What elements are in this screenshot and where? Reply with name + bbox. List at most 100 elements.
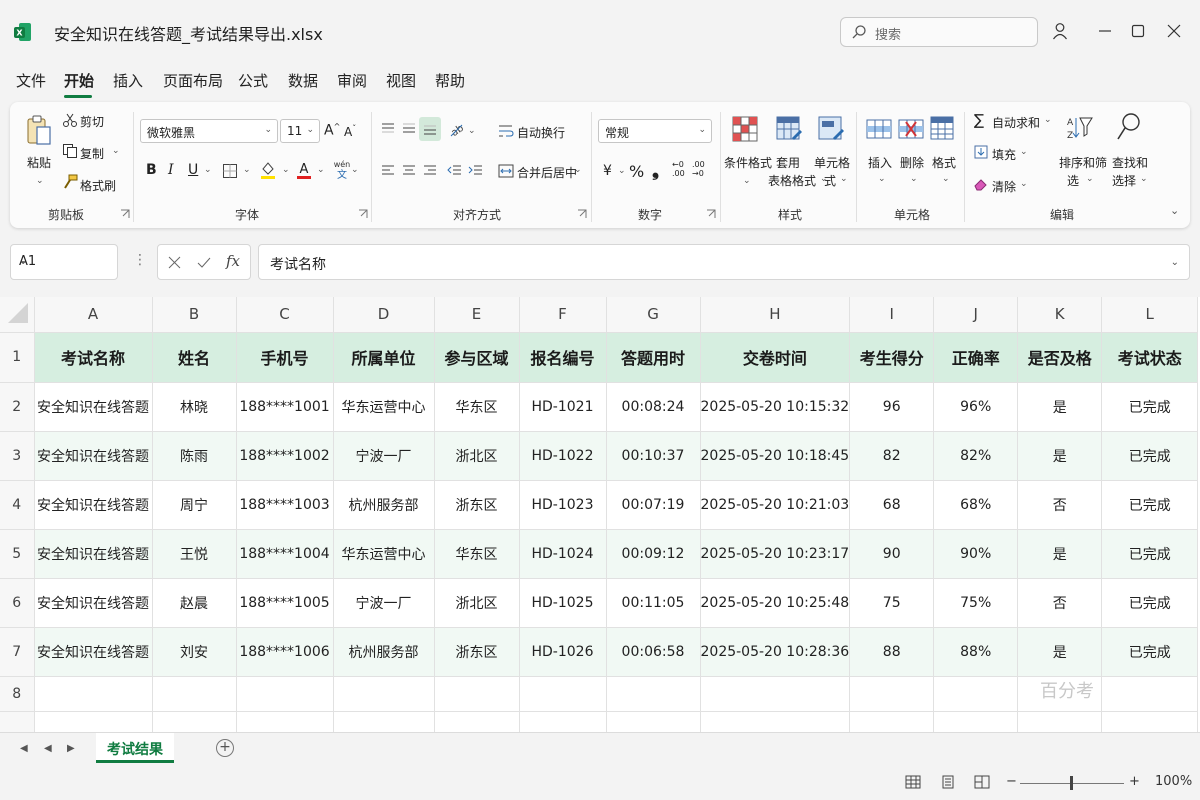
paste-button[interactable]: 粘贴 [27, 154, 51, 171]
menu-review[interactable]: 审阅 [337, 70, 367, 91]
column-header-f[interactable]: F [519, 297, 607, 333]
row-header[interactable]: 6 [0, 578, 35, 628]
data-cell[interactable]: 浙东区 [434, 627, 520, 677]
header-cell[interactable]: 是否及格 [1017, 332, 1103, 383]
empty-cell[interactable] [1101, 676, 1199, 712]
empty-cell[interactable] [1101, 711, 1199, 732]
account-button[interactable] [1049, 20, 1071, 42]
data-cell[interactable]: 安全知识在线答题 [34, 627, 153, 677]
cut-button[interactable]: 剪切 [80, 113, 104, 130]
empty-cell[interactable] [34, 711, 153, 732]
row-header[interactable]: 1 [0, 332, 35, 383]
data-cell[interactable]: 188****1001 [236, 382, 334, 432]
borders-icon[interactable] [222, 163, 238, 179]
data-cell[interactable]: 宁波一厂 [333, 578, 435, 628]
wrap-text-button[interactable]: 自动换行 [517, 124, 565, 141]
empty-cell[interactable] [333, 676, 435, 712]
delete-cells-button[interactable]: 删除 [900, 154, 924, 171]
zoom-in-button[interactable]: + [1129, 774, 1140, 789]
data-cell[interactable]: 2025-05-20 10:28:36 [700, 627, 851, 677]
empty-cell[interactable] [434, 711, 520, 732]
more-options-icon[interactable]: ⋮ [133, 252, 147, 268]
minimize-button[interactable] [1094, 20, 1116, 42]
sheet-tab-results[interactable]: 考试结果 [96, 733, 174, 763]
sort-filter-button[interactable]: 排序和筛 [1059, 154, 1107, 171]
empty-cell[interactable] [933, 676, 1019, 712]
data-cell[interactable]: 188****1006 [236, 627, 334, 677]
header-cell[interactable]: 考试名称 [34, 332, 153, 383]
data-cell[interactable]: 68 [849, 480, 935, 530]
data-cell[interactable]: HD-1024 [519, 529, 607, 579]
align-middle-icon[interactable] [401, 122, 417, 136]
empty-cell[interactable] [849, 711, 935, 732]
font-launcher-icon[interactable] [358, 208, 368, 218]
data-cell[interactable]: HD-1023 [519, 480, 607, 530]
decrease-font-icon[interactable]: Aˇ [344, 124, 356, 139]
data-cell[interactable]: 华东运营中心 [333, 382, 435, 432]
expand-formula-icon[interactable]: ⌄ [1171, 257, 1179, 268]
autosum-dropdown-icon[interactable]: ⌄ [1044, 115, 1052, 125]
cancel-icon[interactable] [168, 256, 181, 269]
font-color-icon[interactable]: A [296, 160, 312, 180]
menu-help[interactable]: 帮助 [435, 70, 465, 91]
decrease-decimal-button[interactable]: .00 →0 [692, 160, 705, 178]
increase-font-icon[interactable]: A^ [324, 122, 340, 139]
table-format-button[interactable]: 套用 [776, 154, 800, 171]
column-header-d[interactable]: D [333, 297, 435, 333]
data-cell[interactable]: 杭州服务部 [333, 480, 435, 530]
empty-cell[interactable] [152, 676, 237, 712]
underline-button[interactable]: U [188, 162, 198, 178]
merge-dropdown-icon[interactable]: ⌄ [574, 165, 582, 175]
column-header-a[interactable]: A [34, 297, 153, 333]
find-select-button[interactable]: 查找和 [1112, 154, 1148, 171]
insert-function-icon[interactable]: fx [226, 252, 240, 270]
clipboard-launcher-icon[interactable] [120, 208, 130, 218]
data-cell[interactable]: HD-1026 [519, 627, 607, 677]
orientation-dropdown-icon[interactable]: ⌄ [468, 126, 476, 136]
add-sheet-button[interactable]: + [216, 739, 234, 757]
data-cell[interactable]: 88 [849, 627, 935, 677]
data-cell[interactable]: 00:07:19 [606, 480, 701, 530]
close-button[interactable] [1163, 20, 1185, 42]
data-cell[interactable]: 华东区 [434, 382, 520, 432]
empty-cell[interactable] [434, 676, 520, 712]
data-cell[interactable]: 王悦 [152, 529, 237, 579]
insert-dropdown-icon[interactable]: ⌄ [878, 174, 886, 184]
increase-decimal-button[interactable]: ←0 .00 [672, 160, 685, 178]
empty-cell[interactable] [519, 711, 607, 732]
maximize-button[interactable] [1127, 20, 1149, 42]
menu-page-layout[interactable]: 页面布局 [163, 70, 223, 91]
data-cell[interactable]: 188****1004 [236, 529, 334, 579]
empty-cell[interactable] [700, 676, 851, 712]
row-header[interactable]: 5 [0, 529, 35, 579]
data-cell[interactable]: 82% [933, 431, 1019, 481]
data-cell[interactable]: 安全知识在线答题 [34, 431, 153, 481]
data-cell[interactable]: HD-1021 [519, 382, 607, 432]
data-cell[interactable]: HD-1022 [519, 431, 607, 481]
empty-cell[interactable] [34, 676, 153, 712]
sort-dropdown-icon[interactable]: ⌄ [1086, 174, 1094, 184]
data-cell[interactable]: 00:08:24 [606, 382, 701, 432]
collapse-ribbon-icon[interactable]: ⌄ [1170, 204, 1179, 217]
conditional-format-button[interactable]: 条件格式 [724, 154, 772, 171]
row-header[interactable]: 8 [0, 676, 35, 712]
fill-color-dropdown-icon[interactable]: ⌄ [282, 165, 290, 175]
phonetic-icon[interactable]: wén 文 [332, 158, 352, 180]
fill-dropdown-icon[interactable]: ⌄ [1020, 147, 1028, 157]
data-cell[interactable]: 2025-05-20 10:25:48 [700, 578, 851, 628]
data-cell[interactable]: 浙北区 [434, 431, 520, 481]
page-layout-view-icon[interactable] [940, 775, 956, 789]
data-cell[interactable]: 刘安 [152, 627, 237, 677]
data-cell[interactable]: 82 [849, 431, 935, 481]
data-cell[interactable]: 安全知识在线答题 [34, 480, 153, 530]
header-cell[interactable]: 答题用时 [606, 332, 701, 383]
data-cell[interactable]: 188****1003 [236, 480, 334, 530]
data-cell[interactable]: 已完成 [1101, 382, 1199, 432]
increase-indent-icon[interactable] [468, 164, 484, 178]
spreadsheet-grid[interactable]: A B C D E F G H I J K L 1 考试名称 姓名 手机号 所属… [0, 297, 1200, 732]
empty-cell[interactable] [933, 711, 1019, 732]
header-cell[interactable]: 报名编号 [519, 332, 607, 383]
data-cell[interactable]: 华东运营中心 [333, 529, 435, 579]
prev-sheet-icon[interactable]: ◀ [44, 743, 52, 754]
conditional-dropdown-icon[interactable]: ⌄ [743, 176, 751, 186]
